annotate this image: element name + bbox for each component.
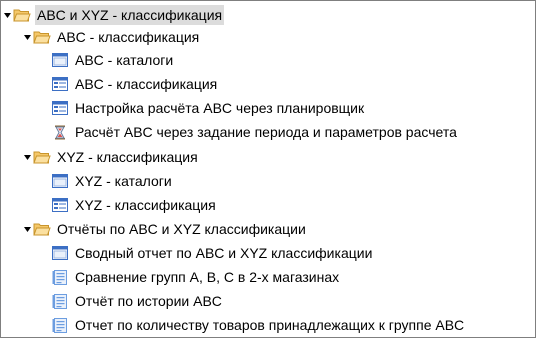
tree-item[interactable]: Настройка расчёта ABC через планировщик [51, 97, 366, 119]
form-icon [51, 76, 69, 92]
tree-item-label: Отчет по количеству товаров принадлежащи… [75, 317, 465, 333]
tree-item-label: Отчёт по истории ABC [75, 293, 222, 309]
catalog-window-icon [51, 173, 69, 189]
tree-item[interactable]: Сравнение групп A, B, C в 2-х магазинах [51, 266, 341, 288]
tree-item-label: Сравнение групп A, B, C в 2-х магазинах [75, 269, 340, 285]
tree-node-label: Отчёты по ABC и XYZ классификации [57, 221, 306, 237]
hourglass-icon [51, 124, 69, 140]
tree-item-label: Сводный отчет по ABC и XYZ классификации [75, 245, 373, 261]
navigation-tree: ABC и XYZ - классификация ABC - классифи… [0, 0, 536, 338]
expand-arrow-icon[interactable] [3, 4, 12, 26]
catalog-window-icon [51, 245, 69, 261]
tree-node-label: ABC и XYZ - классификация [35, 5, 225, 25]
expand-arrow-icon[interactable] [23, 26, 32, 48]
tree-item[interactable]: Отчет по количеству товаров принадлежащи… [51, 314, 466, 336]
form-icon [51, 100, 69, 116]
report-icon [51, 269, 69, 285]
expand-arrow-icon[interactable] [23, 218, 32, 240]
tree-item[interactable]: XYZ - каталоги [51, 170, 174, 192]
form-icon [51, 197, 69, 213]
tree-item-label: Настройка расчёта ABC через планировщик [75, 100, 365, 116]
tree-item-label: XYZ - каталоги [75, 173, 172, 189]
catalog-window-icon [51, 52, 69, 68]
tree-item-label: Расчёт ABC через задание периода и парам… [75, 124, 457, 140]
tree-item-label: XYZ - классификация [75, 197, 216, 213]
tree-item[interactable]: ABC - каталоги [51, 49, 175, 71]
tree-item[interactable]: ABC - классификация [51, 73, 219, 95]
tree-node-group-abc[interactable]: ABC - классификация [23, 26, 201, 48]
tree-node-root[interactable]: ABC и XYZ - классификация [3, 4, 225, 26]
tree-item[interactable]: Расчёт ABC через задание периода и парам… [51, 121, 459, 143]
tree-node-label: ABC - классификация [57, 29, 200, 45]
folder-open-icon [33, 221, 51, 237]
tree-item-label: ABC - классификация [75, 76, 218, 92]
tree-item[interactable]: Сводный отчет по ABC и XYZ классификации [51, 242, 374, 264]
folder-open-icon [13, 7, 31, 23]
tree-item-label: ABC - каталоги [75, 52, 174, 68]
report-icon [51, 317, 69, 333]
report-icon [51, 293, 69, 309]
tree-node-group-xyz[interactable]: XYZ - классификация [23, 146, 200, 168]
tree-node-group-reports[interactable]: Отчёты по ABC и XYZ классификации [23, 218, 308, 240]
folder-open-icon [33, 149, 51, 165]
folder-open-icon [33, 29, 51, 45]
tree-item[interactable]: Отчёт по истории ABC [51, 290, 224, 312]
expand-arrow-icon[interactable] [23, 146, 32, 168]
tree-item[interactable]: XYZ - классификация [51, 194, 218, 216]
tree-node-label: XYZ - классификация [57, 149, 198, 165]
